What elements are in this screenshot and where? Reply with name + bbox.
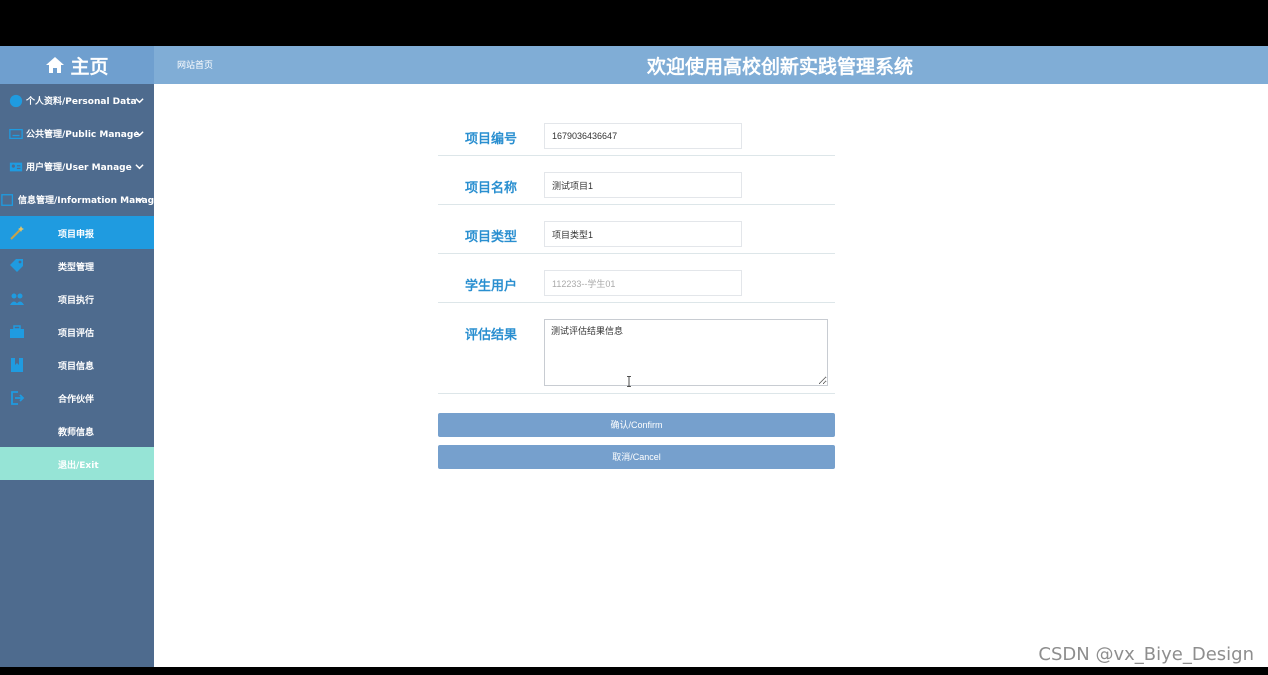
- sidebar-item-label: 项目申报: [58, 230, 95, 240]
- form-row-eval-result: 评估结果 测试评估结果信息: [438, 303, 835, 394]
- sidebar-item-label: 合作伙伴: [58, 395, 95, 405]
- site-home-link[interactable]: 网站首页: [177, 58, 213, 71]
- student-user-input: [544, 270, 742, 296]
- id-card-icon: [9, 162, 23, 171]
- chevron-down-icon: [135, 98, 144, 104]
- sidebar: 个人资料/Personal Data 公共管理/Public Manage 用户…: [0, 84, 154, 667]
- tags-icon: [10, 259, 23, 272]
- top-bar: 主页 网站首页 欢迎使用高校创新实践管理系统: [0, 46, 1268, 84]
- sidebar-group-information-manage[interactable]: 信息管理/Information Manage: [0, 183, 154, 216]
- chevron-down-icon: [135, 131, 144, 137]
- sidebar-group-label: 公共管理/Public Manage: [26, 130, 140, 140]
- sidebar-item-label: 类型管理: [58, 263, 95, 273]
- sidebar-item-project-apply[interactable]: 项目申报: [0, 216, 154, 249]
- app-window: 主页 网站首页 欢迎使用高校创新实践管理系统 个人资料/Personal Dat…: [0, 46, 1268, 667]
- sidebar-group-label: 个人资料/Personal Data: [26, 97, 137, 107]
- eval-result-label: 评估结果: [465, 328, 518, 343]
- info-icon: [1, 193, 14, 206]
- form-row-project-name: 项目名称: [438, 156, 835, 205]
- student-user-label: 学生用户: [465, 279, 518, 294]
- form-row-project-type: 项目类型: [438, 205, 835, 254]
- project-name-label: 项目名称: [465, 181, 518, 196]
- wand-icon: [10, 226, 24, 240]
- users-icon: [10, 293, 24, 305]
- sidebar-group-label: 用户管理/User Manage: [26, 163, 132, 173]
- project-form: 项目编号 项目名称 项目类型 学生用户 评估结果 测试评估结果信息: [438, 111, 835, 394]
- chevron-down-icon: [135, 197, 144, 203]
- home-icon: [46, 57, 65, 73]
- project-type-input[interactable]: [544, 221, 742, 247]
- briefcase-icon: [10, 325, 24, 338]
- sign-out-icon: [11, 391, 25, 405]
- confirm-button[interactable]: 确认/Confirm: [438, 413, 835, 437]
- home-label: 主页: [70, 55, 109, 78]
- sidebar-item-project-info[interactable]: 项目信息: [0, 348, 154, 381]
- sidebar-group-label: 信息管理/Information Manage: [18, 196, 154, 206]
- keyboard-icon: [9, 128, 23, 139]
- eval-result-textarea[interactable]: 测试评估结果信息: [544, 319, 828, 386]
- watermark: CSDN @vx_Biye_Design: [1038, 644, 1254, 665]
- sidebar-item-project-execute[interactable]: 项目执行: [0, 282, 154, 315]
- text-cursor-icon: [627, 376, 631, 387]
- sidebar-group-public-manage[interactable]: 公共管理/Public Manage: [0, 117, 154, 150]
- page-title: 欢迎使用高校创新实践管理系统: [646, 56, 913, 78]
- sidebar-item-exit[interactable]: 退出/Exit: [0, 447, 154, 480]
- sidebar-item-type-manage[interactable]: 类型管理: [0, 249, 154, 282]
- sidebar-group-user-manage[interactable]: 用户管理/User Manage: [0, 150, 154, 183]
- project-type-label: 项目类型: [465, 230, 518, 245]
- sidebar-item-label: 项目信息: [58, 362, 95, 372]
- form-row-student-user: 学生用户: [438, 254, 835, 303]
- exit-label: 退出/Exit: [58, 461, 99, 471]
- sidebar-item-label: 教师信息: [58, 428, 95, 438]
- sidebar-item-teacher-info[interactable]: 教师信息: [0, 414, 154, 447]
- form-row-project-no: 项目编号: [438, 111, 835, 156]
- user-circle-icon: [9, 94, 23, 107]
- project-no-label: 项目编号: [465, 132, 518, 147]
- project-no-input[interactable]: [544, 123, 742, 149]
- cancel-button[interactable]: 取消/Cancel: [438, 445, 835, 469]
- sidebar-item-label: 项目评估: [58, 329, 95, 339]
- chevron-down-icon: [135, 164, 144, 170]
- sidebar-item-partners[interactable]: 合作伙伴: [0, 381, 154, 414]
- project-name-input[interactable]: [544, 172, 742, 198]
- sidebar-item-project-evaluate[interactable]: 项目评估: [0, 315, 154, 348]
- bookmark-icon: [11, 358, 23, 372]
- home-button[interactable]: 主页: [0, 46, 154, 84]
- sidebar-group-personal-data[interactable]: 个人资料/Personal Data: [0, 84, 154, 117]
- sidebar-item-label: 项目执行: [58, 296, 95, 306]
